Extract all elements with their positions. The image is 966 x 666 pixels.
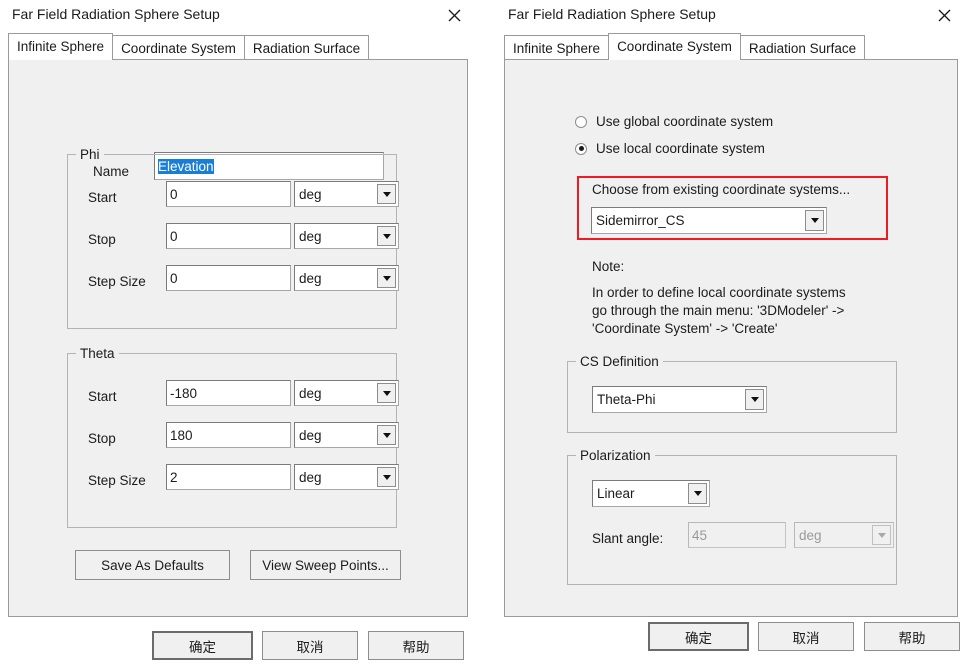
theta-start-unit-value: deg: [299, 385, 322, 401]
theta-stop-input[interactable]: 180: [166, 422, 291, 448]
dialog-title-left: Far Field Radiation Sphere Setup: [12, 6, 220, 22]
theta-group: Theta Start -180 deg Stop 180 deg Step S…: [67, 346, 399, 528]
chevron-down-icon: [688, 483, 707, 504]
slant-angle-unit-dropdown[interactable]: deg: [794, 522, 894, 548]
tab-infinite-sphere-left[interactable]: Infinite Sphere: [8, 33, 114, 60]
tab-radiation-surface-right[interactable]: Radiation Surface: [739, 35, 866, 60]
close-button-right[interactable]: [922, 0, 966, 30]
phi-stop-label: Stop: [88, 232, 116, 247]
help-button-right[interactable]: 帮助: [864, 622, 960, 651]
existing-cs-value: Sidemirror_CS: [596, 213, 685, 228]
cs-definition-value: Theta-Phi: [597, 392, 656, 407]
cancel-button-right[interactable]: 取消: [758, 622, 854, 651]
tab-radiation-surface-left[interactable]: Radiation Surface: [243, 35, 370, 60]
dialog-title-right: Far Field Radiation Sphere Setup: [508, 6, 716, 22]
tab-coordinate-system-right[interactable]: Coordinate System: [608, 33, 741, 60]
tabstrip-left: Infinite Sphere Coordinate System Radiat…: [8, 33, 468, 60]
chevron-down-icon: [377, 425, 396, 445]
close-icon: [938, 9, 951, 22]
cancel-button-left[interactable]: 取消: [262, 631, 358, 660]
phi-step-size-unit-dropdown[interactable]: deg: [294, 265, 399, 291]
chevron-down-icon: [872, 525, 891, 545]
close-button-left[interactable]: [432, 0, 476, 30]
phi-start-unit-dropdown[interactable]: deg: [294, 181, 399, 207]
theta-step-size-label: Step Size: [88, 473, 146, 488]
far-field-setup-dialog-right: Far Field Radiation Sphere Setup Infinit…: [496, 0, 966, 666]
view-sweep-points-button[interactable]: View Sweep Points...: [250, 550, 401, 580]
theta-step-size-unit-value: deg: [299, 469, 322, 485]
save-as-defaults-button[interactable]: Save As Defaults: [75, 550, 230, 580]
polarization-group-title: Polarization: [576, 448, 655, 463]
theta-step-size-input[interactable]: 2: [166, 464, 291, 490]
theta-stop-unit-value: deg: [299, 427, 322, 443]
chevron-down-icon: [377, 383, 396, 403]
chevron-down-icon: [377, 268, 396, 288]
theta-start-label: Start: [88, 389, 117, 404]
polarization-dropdown[interactable]: Linear: [592, 480, 710, 507]
phi-stop-unit-value: deg: [299, 228, 322, 244]
tab-coordinate-system-left[interactable]: Coordinate System: [112, 35, 245, 60]
note-body: In order to define local coordinate syst…: [592, 285, 846, 336]
theta-step-size-unit-dropdown[interactable]: deg: [294, 464, 399, 490]
radio-use-global-cs-label: Use global coordinate system: [596, 114, 774, 129]
radio-icon-local: [575, 142, 587, 155]
phi-stop-value: 0: [170, 228, 178, 244]
theta-stop-value: 180: [170, 427, 193, 443]
phi-stop-unit-dropdown[interactable]: deg: [294, 223, 399, 249]
chevron-down-icon: [805, 210, 824, 231]
polarization-value: Linear: [597, 486, 635, 501]
chevron-down-icon: [377, 226, 396, 246]
slant-angle-label: Slant angle:: [592, 531, 664, 546]
chevron-down-icon: [377, 467, 396, 487]
theta-start-input[interactable]: -180: [166, 380, 291, 406]
phi-group: Phi Start 0 deg Stop 0 deg Step Size 0 d…: [67, 147, 399, 329]
phi-step-size-input[interactable]: 0: [166, 265, 291, 291]
phi-start-unit-value: deg: [299, 186, 322, 202]
theta-step-size-value: 2: [170, 469, 178, 485]
tabstrip-right: Infinite Sphere Coordinate System Radiat…: [504, 33, 958, 60]
slant-angle-value: 45: [692, 527, 708, 543]
phi-group-title: Phi: [76, 147, 104, 162]
note-title: Note:: [592, 259, 625, 274]
titlebar-right: Far Field Radiation Sphere Setup: [496, 0, 966, 30]
phi-stop-input[interactable]: 0: [166, 223, 291, 249]
tab-panel-coordinate-system: Use global coordinate system Use local c…: [504, 59, 958, 617]
theta-start-value: -180: [170, 385, 198, 401]
chevron-down-icon: [377, 184, 396, 204]
tab-panel-infinite-sphere: Name Elevation Phi Start 0 deg Stop 0 de…: [8, 59, 468, 617]
existing-cs-dropdown[interactable]: Sidemirror_CS: [591, 207, 827, 234]
cs-definition-group-title: CS Definition: [576, 354, 663, 369]
slant-angle-input[interactable]: 45: [688, 522, 786, 548]
phi-start-input[interactable]: 0: [166, 181, 291, 207]
close-icon: [448, 9, 461, 22]
radio-use-local-cs[interactable]: Use local coordinate system: [575, 141, 765, 156]
phi-start-label: Start: [88, 190, 117, 205]
radio-use-local-cs-label: Use local coordinate system: [596, 141, 765, 156]
radio-use-global-cs[interactable]: Use global coordinate system: [575, 114, 773, 129]
cs-definition-dropdown[interactable]: Theta-Phi: [592, 386, 767, 413]
far-field-setup-dialog-left: Far Field Radiation Sphere Setup Infinit…: [0, 0, 476, 666]
phi-start-value: 0: [170, 186, 178, 202]
tab-infinite-sphere-right[interactable]: Infinite Sphere: [504, 35, 610, 60]
phi-step-size-unit-value: deg: [299, 270, 322, 286]
chevron-down-icon: [745, 389, 764, 410]
polarization-group: Polarization Linear Slant angle: 45 deg: [567, 448, 897, 585]
theta-stop-label: Stop: [88, 431, 116, 446]
cs-definition-group: CS Definition Theta-Phi: [567, 354, 897, 433]
theta-group-title: Theta: [76, 346, 119, 361]
ok-button-right[interactable]: 确定: [648, 622, 749, 651]
phi-step-size-value: 0: [170, 270, 178, 286]
radio-icon-global: [575, 115, 587, 128]
ok-button-left[interactable]: 确定: [152, 631, 253, 660]
slant-angle-unit-value: deg: [799, 527, 822, 543]
phi-step-size-label: Step Size: [88, 274, 146, 289]
help-button-left[interactable]: 帮助: [368, 631, 464, 660]
titlebar-left: Far Field Radiation Sphere Setup: [0, 0, 476, 30]
theta-start-unit-dropdown[interactable]: deg: [294, 380, 399, 406]
theta-stop-unit-dropdown[interactable]: deg: [294, 422, 399, 448]
choose-existing-cs-label: Choose from existing coordinate systems.…: [592, 182, 851, 197]
